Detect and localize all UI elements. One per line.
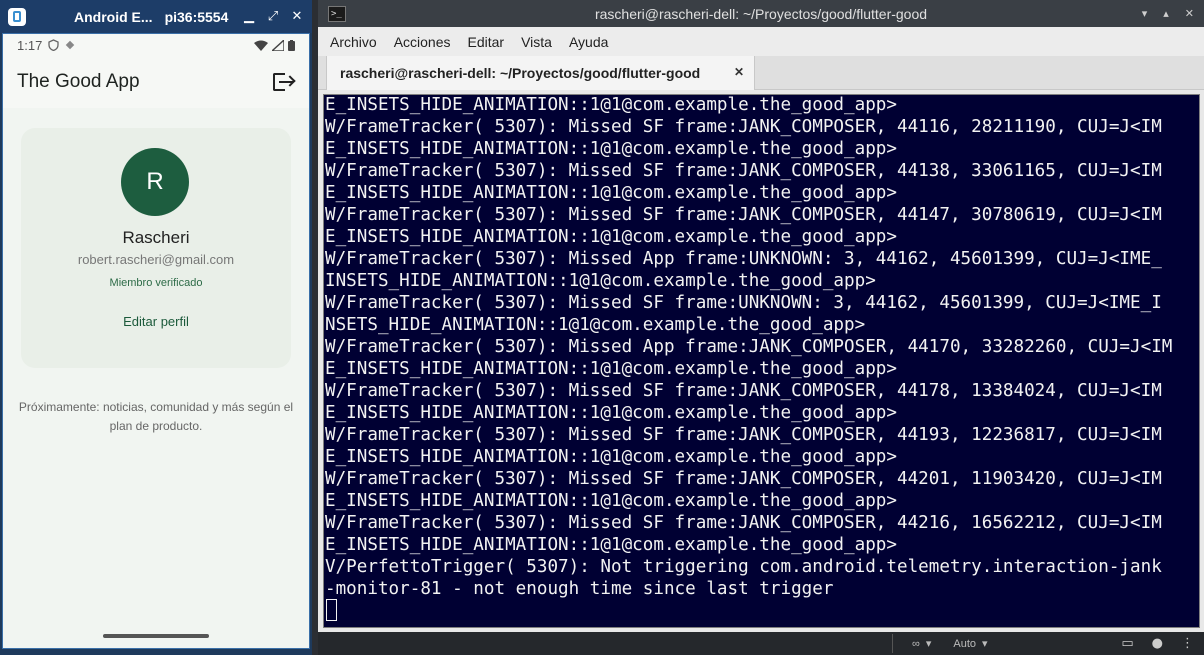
terminal-line: NSETS_HIDE_ANIMATION::1@1@com.example.th…	[325, 315, 866, 335]
auto-mode-select[interactable]: Auto ▾	[947, 635, 993, 652]
terminal-line: E_INSETS_HIDE_ANIMATION::1@1@com.example…	[325, 227, 897, 247]
terminal-window-controls: ▾ ▴ ✕	[1142, 0, 1194, 27]
bottom-right-icons: ▭ ● ⋮	[1121, 632, 1194, 655]
terminal-icon: >_	[328, 5, 346, 22]
coming-soon-text: Próximamente: noticias, comunidad y más …	[18, 400, 294, 433]
close-tab-icon[interactable]: ✕	[734, 65, 744, 79]
logout-icon[interactable]	[273, 71, 296, 93]
emulator-titlebar[interactable]: Android E... pi36:5554 ▁ ⤢ ✕	[0, 0, 312, 33]
terminal-line: E_INSETS_HIDE_ANIMATION::1@1@com.example…	[325, 447, 897, 467]
infinity-icon: ∞	[912, 637, 920, 650]
bottom-controls: ∞ ▾ Auto ▾	[906, 632, 994, 655]
emulator-window-controls: ▁ ⤢ ✕	[242, 0, 304, 33]
status-right-icons	[254, 39, 295, 51]
close-icon[interactable]: ✕	[1185, 7, 1194, 20]
terminal-output[interactable]: E_INSETS_HIDE_ANIMATION::1@1@com.example…	[323, 94, 1200, 628]
terminal-line: -monitor-81 - not enough time since last…	[325, 579, 834, 599]
terminal-line: W/FrameTracker( 5307): Missed App frame:…	[325, 337, 1173, 357]
bottom-separator	[892, 634, 893, 653]
bottom-bar: ∞ ▾ Auto ▾ ▭ ● ⋮	[318, 632, 1204, 655]
menu-archivo[interactable]: Archivo	[330, 34, 377, 50]
menu-vista[interactable]: Vista	[521, 34, 552, 50]
app-content: R Rascheri robert.rascheri@gmail.com Mie…	[3, 108, 309, 648]
terminal-window: >_ rascheri@rascheri-dell: ~/Proyectos/g…	[318, 0, 1204, 632]
restore-icon[interactable]: ⤢	[266, 9, 280, 24]
terminal-line: W/FrameTracker( 5307): Missed SF frame:J…	[325, 205, 1162, 225]
terminal-lines: E_INSETS_HIDE_ANIMATION::1@1@com.example…	[325, 95, 1173, 600]
battery-icon	[288, 39, 295, 51]
terminal-line: W/FrameTracker( 5307): Missed App frame:…	[325, 249, 1162, 269]
terminal-tabbar: rascheri@rascheri-dell: ~/Proyectos/good…	[318, 56, 1204, 90]
terminal-line: E_INSETS_HIDE_ANIMATION::1@1@com.example…	[325, 491, 897, 511]
terminal-titlebar[interactable]: >_ rascheri@rascheri-dell: ~/Proyectos/g…	[318, 0, 1204, 27]
menu-ayuda[interactable]: Ayuda	[569, 34, 608, 50]
wifi-icon	[254, 40, 268, 51]
minimize-icon[interactable]: ▾	[1142, 7, 1148, 20]
auto-mode-label: Auto	[953, 637, 977, 650]
terminal-line: INSETS_HIDE_ANIMATION::1@1@com.example.t…	[325, 271, 876, 291]
terminal-title: rascheri@rascheri-dell: ~/Proyectos/good…	[594, 5, 928, 22]
terminal-line: W/FrameTracker( 5307): Missed SF frame:J…	[325, 425, 1162, 445]
android-studio-icon	[8, 7, 26, 26]
terminal-line: E_INSETS_HIDE_ANIMATION::1@1@com.example…	[325, 403, 897, 423]
terminal-cursor	[326, 599, 337, 621]
profile-name: Rascheri	[122, 228, 190, 247]
terminal-line: E_INSETS_HIDE_ANIMATION::1@1@com.example…	[325, 95, 897, 115]
terminal-menubar: Archivo Acciones Editar Vista Ayuda	[318, 27, 1204, 56]
terminal-line: E_INSETS_HIDE_ANIMATION::1@1@com.example…	[325, 535, 897, 555]
verified-badge: Miembro verificado	[109, 277, 203, 289]
terminal-line: E_INSETS_HIDE_ANIMATION::1@1@com.example…	[325, 139, 897, 159]
maximize-icon[interactable]: ▴	[1163, 7, 1169, 20]
terminal-line: W/FrameTracker( 5307): Missed SF frame:J…	[325, 381, 1162, 401]
minimize-icon[interactable]: ▁	[242, 9, 256, 24]
terminal-line: W/FrameTracker( 5307): Missed SF frame:J…	[325, 469, 1162, 489]
chevron-down-icon: ▾	[982, 638, 988, 650]
more-icon[interactable]: ⋮	[1181, 636, 1194, 651]
status-time: 1:17	[17, 37, 43, 53]
terminal-line: W/FrameTracker( 5307): Missed SF frame:J…	[325, 161, 1162, 181]
gesture-nav-handle[interactable]	[103, 634, 209, 638]
emulator-title-text: Android E...	[74, 8, 153, 25]
terminal-line: V/PerfettoTrigger( 5307): Not triggering…	[325, 557, 1162, 577]
signal-icon	[272, 39, 284, 51]
avatar: R	[121, 148, 189, 216]
app-title: The Good App	[17, 71, 140, 92]
link-mode-select[interactable]: ∞ ▾	[906, 635, 937, 652]
emulator-title: Android E... pi36:5554	[74, 9, 228, 25]
profile-card: R Rascheri robert.rascheri@gmail.com Mie…	[21, 128, 291, 368]
menu-acciones[interactable]: Acciones	[394, 34, 451, 50]
microphone-icon[interactable]: ●	[1152, 636, 1163, 651]
phone-screen: 1:17 The Good App R Rascheri robert.rasc…	[2, 33, 310, 649]
terminal-line: W/FrameTracker( 5307): Missed SF frame:U…	[325, 293, 1162, 313]
terminal-line: W/FrameTracker( 5307): Missed SF frame:J…	[325, 117, 1162, 137]
terminal-line: E_INSETS_HIDE_ANIMATION::1@1@com.example…	[325, 359, 897, 379]
profile-email: robert.rascheri@gmail.com	[77, 252, 235, 267]
terminal-line: W/FrameTracker( 5307): Missed SF frame:J…	[325, 513, 1162, 533]
chevron-down-icon: ▾	[925, 638, 932, 650]
menu-editar[interactable]: Editar	[468, 34, 505, 50]
terminal-tab[interactable]: rascheri@rascheri-dell: ~/Proyectos/good…	[326, 56, 755, 90]
terminal-tab-label: rascheri@rascheri-dell: ~/Proyectos/good…	[340, 65, 701, 81]
image-icon[interactable]: ▭	[1121, 636, 1133, 651]
emulator-subtitle: pi36:5554	[164, 8, 229, 25]
shield-icon	[48, 39, 59, 51]
status-bar: 1:17	[3, 34, 309, 56]
diamond-icon	[66, 40, 75, 50]
app-bar: The Good App	[3, 56, 309, 108]
close-icon[interactable]: ✕	[290, 9, 304, 24]
emulator-window: Android E... pi36:5554 ▁ ⤢ ✕ 1:17 The Goo…	[0, 0, 312, 655]
terminal-line: E_INSETS_HIDE_ANIMATION::1@1@com.example…	[325, 183, 897, 203]
edit-profile-button[interactable]: Editar perfil	[106, 314, 206, 329]
